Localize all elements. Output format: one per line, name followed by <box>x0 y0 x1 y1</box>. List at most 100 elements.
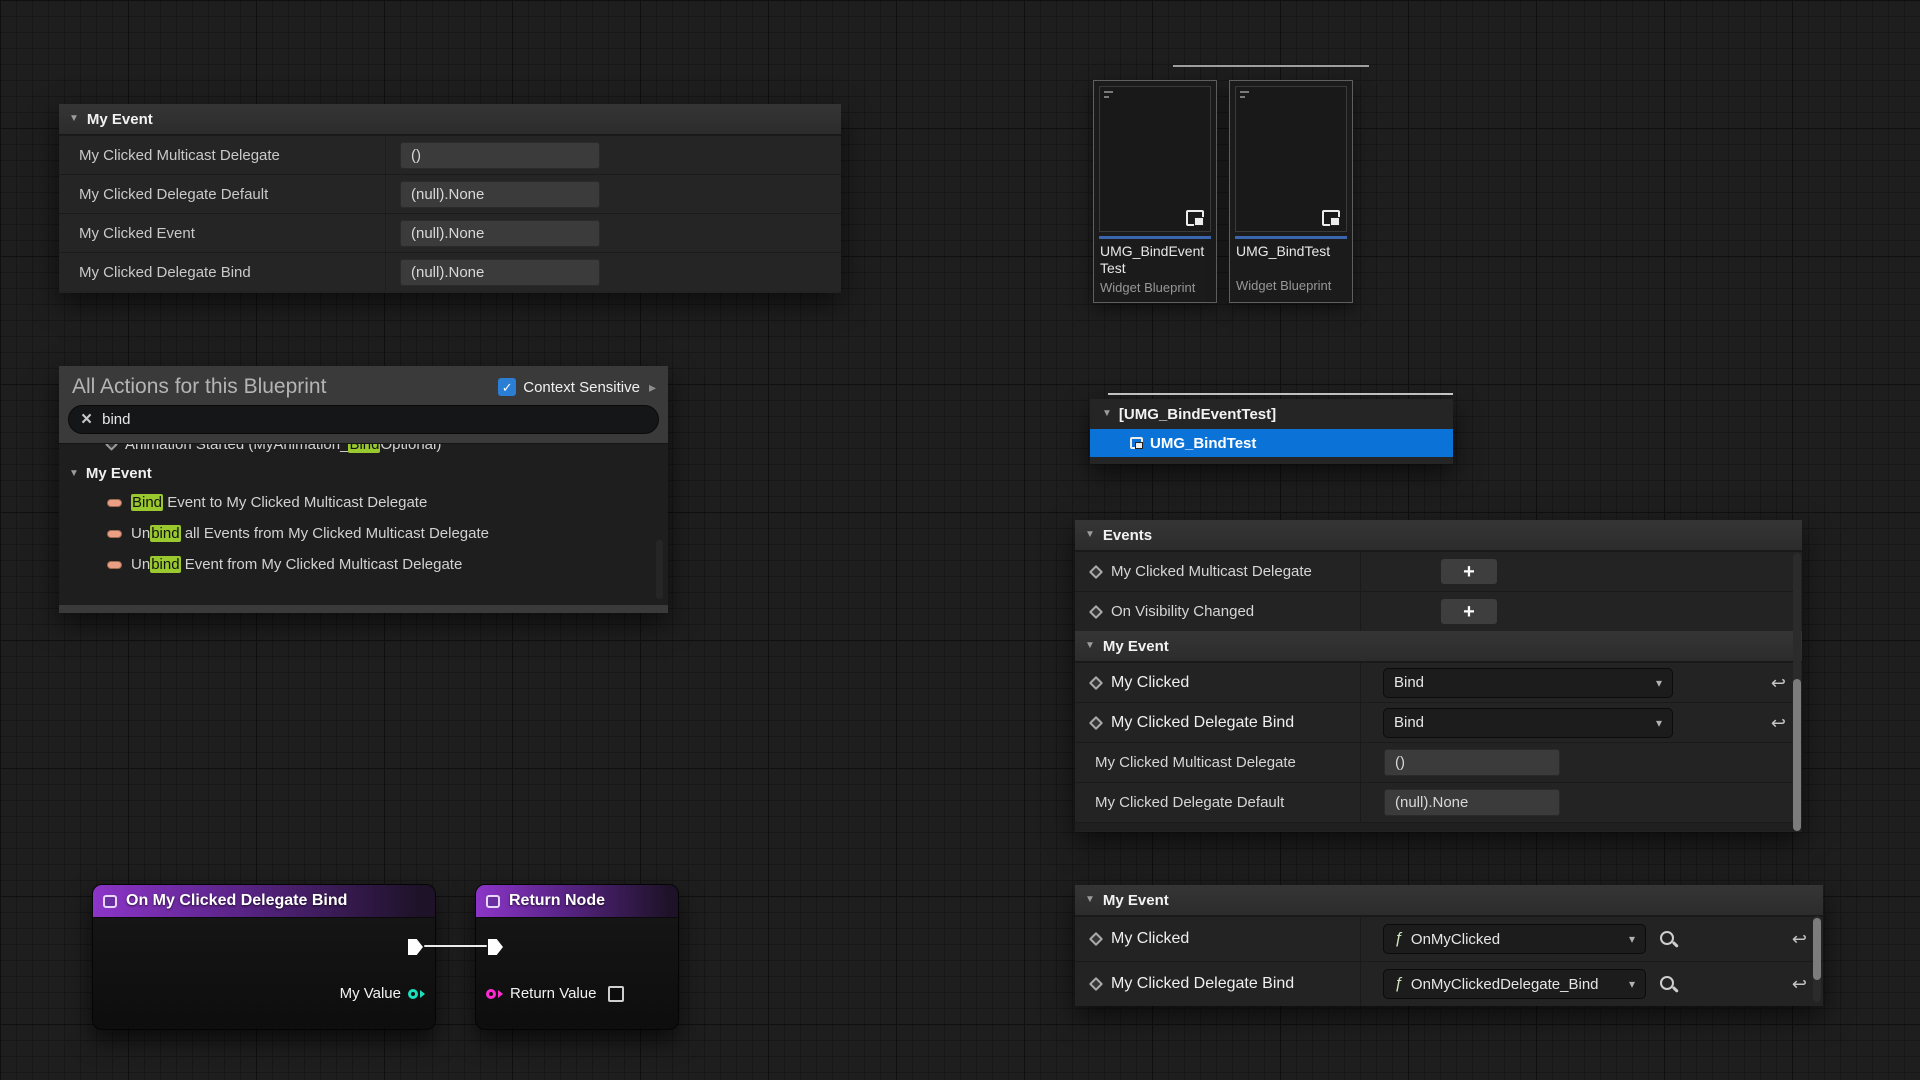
event-row: On Visibility Changed + <box>1075 591 1802 631</box>
row-label: My Clicked Multicast Delegate <box>1095 754 1296 771</box>
category-header-my-event[interactable]: ▼ My Event <box>1075 631 1802 662</box>
category-header-my-event[interactable]: ▼ My Event <box>59 104 841 135</box>
details-row: My Clicked Multicast Delegate () <box>59 135 841 174</box>
scrollbar-track[interactable] <box>656 540 663 599</box>
chevron-down-icon: ▾ <box>1656 676 1662 690</box>
reset-to-default-button[interactable]: ↩ <box>1771 674 1786 692</box>
chevron-right-icon[interactable]: ▸ <box>649 379 656 396</box>
context-sensitive-label: Context Sensitive <box>523 379 640 396</box>
node-on-my-clicked-delegate-bind[interactable]: On My Clicked Delegate Bind My Value <box>92 884 436 1030</box>
function-binding-dropdown[interactable]: ƒ OnMyClicked ▾ <box>1383 924 1646 954</box>
event-pin-icon <box>1089 604 1103 618</box>
details-row: My Clicked Delegate Bind (null).None <box>59 252 841 291</box>
exec-input-pin[interactable] <box>488 939 503 955</box>
bind-dropdown[interactable]: Bind ▾ <box>1383 708 1673 738</box>
browse-to-function-icon[interactable] <box>1658 929 1678 949</box>
node-header[interactable]: Return Node <box>476 885 678 918</box>
event-node-icon <box>103 895 117 908</box>
add-event-button[interactable]: + <box>1440 558 1498 585</box>
add-event-button[interactable]: + <box>1440 598 1498 625</box>
asset-tile-umg-bindtest[interactable]: UMG_BindTest Widget Blueprint <box>1229 80 1353 303</box>
row-label: My Clicked <box>1111 930 1189 948</box>
value-field[interactable]: (null).None <box>400 220 600 247</box>
row-label: My Clicked Multicast Delegate <box>1111 563 1312 580</box>
node-return-node[interactable]: Return Node Return Value <box>475 884 679 1030</box>
blueprint-canvas[interactable]: ▼ My Event My Clicked Multicast Delegate… <box>0 0 1920 1080</box>
chevron-down-icon: ▾ <box>1629 977 1635 991</box>
bind-dropdown[interactable]: Bind ▾ <box>1383 668 1673 698</box>
browse-to-function-icon[interactable] <box>1658 974 1678 994</box>
action-item-bind-event[interactable]: Bind Event to My Clicked Multicast Deleg… <box>59 487 668 518</box>
row-label: My Clicked Event <box>59 225 385 242</box>
reset-to-default-button[interactable]: ↩ <box>1792 930 1807 948</box>
exec-output-pin[interactable] <box>408 939 423 955</box>
node-header[interactable]: On My Clicked Delegate Bind <box>93 885 435 918</box>
clear-search-icon[interactable]: × <box>81 410 92 429</box>
output-pin-row: My Value <box>340 985 425 1002</box>
binding-row: My Clicked Delegate Bind Bind ▾ ↩ <box>1075 702 1802 742</box>
pin-label: Return Value <box>510 985 596 1002</box>
panel-divider <box>1108 393 1453 395</box>
asset-tile-umg-bindeventtest[interactable]: UMG_BindEventTest Widget Blueprint <box>1093 80 1217 303</box>
context-sensitive-toggle[interactable]: ✓ Context Sensitive ▸ <box>498 378 656 396</box>
event-pin-icon <box>1089 977 1103 991</box>
pin-label: My Value <box>340 985 401 1002</box>
scrollbar-track[interactable] <box>1793 553 1801 824</box>
content-browser-divider <box>1173 65 1369 67</box>
chevron-down-icon: ▾ <box>1656 716 1662 730</box>
asset-type: Widget Blueprint <box>1094 278 1216 302</box>
asset-thumbnail <box>1235 86 1347 232</box>
category-header-events[interactable]: ▼ Events <box>1075 520 1802 551</box>
asset-name: UMG_BindEventTest <box>1094 239 1216 278</box>
chevron-down-icon: ▾ <box>1629 932 1635 946</box>
checkbox-checked-icon[interactable]: ✓ <box>498 378 516 396</box>
action-item-unbind-event[interactable]: Unbind Event from My Clicked Multicast D… <box>59 549 668 580</box>
event-pin-icon <box>1089 675 1103 689</box>
row-label: My Clicked Multicast Delegate <box>59 147 385 164</box>
thumbnail-placeholder-lines <box>1100 91 1210 98</box>
function-binding-row: My Clicked Delegate Bind ƒ OnMyClickedDe… <box>1075 961 1823 1006</box>
collapse-arrow-icon: ▼ <box>1085 530 1095 540</box>
widget-blueprint-icon <box>1130 437 1143 449</box>
scrollbar-track[interactable] <box>1813 916 1821 1002</box>
delegate-icon <box>107 561 122 569</box>
reset-to-default-button[interactable]: ↩ <box>1771 714 1786 732</box>
collapse-arrow-icon: ▼ <box>1085 641 1095 651</box>
search-input[interactable]: × bind <box>68 405 659 434</box>
value-field[interactable]: () <box>1384 749 1560 776</box>
details-row: My Clicked Event (null).None <box>59 213 841 252</box>
function-binding-row: My Clicked ƒ OnMyClicked ▾ ↩ <box>1075 916 1823 961</box>
reset-to-default-button[interactable]: ↩ <box>1792 975 1807 993</box>
row-label: On Visibility Changed <box>1111 603 1254 620</box>
value-field[interactable]: (null).None <box>400 259 600 286</box>
actions-category-my-event[interactable]: ▼ My Event <box>59 460 668 487</box>
hierarchy-item-label: UMG_BindTest <box>1150 435 1256 452</box>
category-header-my-event[interactable]: ▼ My Event <box>1075 885 1823 916</box>
row-label: My Clicked Delegate Bind <box>1111 714 1294 732</box>
row-label: My Clicked <box>1111 674 1189 692</box>
value-field[interactable]: () <box>400 142 600 169</box>
scrollbar-thumb[interactable] <box>1793 679 1801 831</box>
function-binding-dropdown[interactable]: ƒ OnMyClickedDelegate_Bind ▾ <box>1383 969 1646 999</box>
details-row: My Clicked Delegate Default (null).None <box>59 174 841 213</box>
exec-connection-wire[interactable] <box>424 945 487 947</box>
details-panel-right: ▼ Events My Clicked Multicast Delegate +… <box>1075 520 1802 832</box>
action-item-unbind-all[interactable]: Unbind all Events from My Clicked Multic… <box>59 518 668 549</box>
collapse-arrow-icon: ▼ <box>1102 409 1112 419</box>
hierarchy-selected-row[interactable]: UMG_BindTest <box>1090 429 1453 457</box>
value-field[interactable]: (null).None <box>400 181 600 208</box>
input-pin-return-value[interactable] <box>486 989 503 999</box>
hierarchy-root-row[interactable]: ▼ [UMG_BindEventTest] <box>1090 399 1453 429</box>
scrollbar-thumb[interactable] <box>1813 918 1821 980</box>
node-title: Return Node <box>509 892 605 910</box>
row-label: My Clicked Delegate Bind <box>1111 975 1294 993</box>
collapse-arrow-icon: ▼ <box>1085 895 1095 905</box>
value-field[interactable]: (null).None <box>1384 789 1560 816</box>
details-row: My Clicked Delegate Default (null).None <box>1075 782 1802 822</box>
collapse-arrow-icon: ▼ <box>69 114 79 124</box>
bool-default-checkbox[interactable] <box>608 986 624 1002</box>
return-node-icon <box>486 895 500 908</box>
search-value: bind <box>102 411 130 428</box>
clipped-action-item[interactable]: Animation Started (MyAnimation_BindOptio… <box>59 444 668 460</box>
output-pin-my-value[interactable] <box>408 989 425 999</box>
